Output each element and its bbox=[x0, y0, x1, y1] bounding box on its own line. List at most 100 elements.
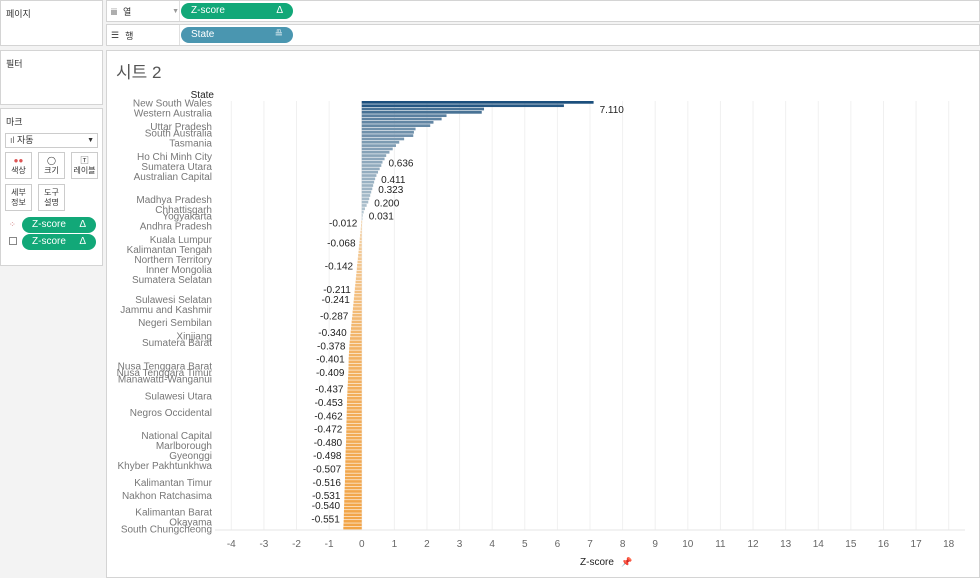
bar bbox=[351, 323, 362, 327]
bar bbox=[361, 190, 372, 194]
bar bbox=[349, 343, 362, 347]
bar bbox=[346, 436, 362, 440]
bar bbox=[361, 160, 383, 164]
bar bbox=[345, 443, 362, 447]
bar bbox=[357, 257, 362, 261]
bar bbox=[349, 347, 362, 350]
bar bbox=[361, 207, 365, 211]
bar bbox=[344, 496, 362, 500]
bar bbox=[361, 124, 431, 128]
data-label: -0.241 bbox=[322, 295, 351, 306]
bar bbox=[359, 240, 362, 244]
data-label: -0.437 bbox=[315, 385, 344, 396]
data-label: -0.068 bbox=[327, 238, 356, 249]
pin-icon: 📌 bbox=[621, 556, 632, 567]
bar bbox=[361, 134, 414, 137]
bar bbox=[347, 387, 362, 390]
data-label: 7.110 bbox=[600, 105, 625, 116]
bar bbox=[361, 130, 414, 134]
data-label: -0.340 bbox=[318, 328, 347, 339]
bar bbox=[361, 120, 434, 124]
bar bbox=[349, 340, 362, 344]
bar bbox=[346, 430, 362, 433]
bar bbox=[355, 277, 362, 280]
bar-chart: -4 -3 -2 -1 0 1 2 3 4 5 6 7 8 9 10 11 12 13 14 15 16 17 187.11… bbox=[117, 90, 965, 568]
bar bbox=[356, 273, 362, 277]
bar bbox=[353, 303, 362, 307]
bar bbox=[361, 110, 482, 114]
bar bbox=[344, 483, 362, 487]
bar bbox=[345, 473, 362, 477]
bar bbox=[343, 510, 362, 513]
bar bbox=[361, 150, 390, 154]
bar bbox=[349, 350, 362, 354]
bar bbox=[346, 403, 362, 407]
bar bbox=[361, 167, 380, 171]
data-label: 0.200 bbox=[374, 198, 399, 209]
bar bbox=[361, 210, 364, 214]
data-label: -0.551 bbox=[311, 514, 340, 525]
x-tick-label: 8 bbox=[620, 539, 626, 550]
bar bbox=[345, 456, 362, 460]
bar bbox=[346, 400, 362, 404]
state-label: Negeri Sembilan bbox=[138, 318, 212, 329]
bar bbox=[352, 307, 362, 310]
x-tick-label: -4 bbox=[227, 539, 236, 550]
x-tick-label: 15 bbox=[845, 539, 857, 550]
state-label: Tasmania bbox=[169, 139, 212, 150]
state-label: Australian Capital bbox=[134, 172, 212, 183]
bar bbox=[346, 426, 362, 430]
bar bbox=[345, 446, 362, 450]
bar bbox=[343, 526, 362, 530]
bar bbox=[344, 500, 362, 503]
bar bbox=[360, 234, 362, 237]
bar bbox=[346, 440, 362, 443]
bar bbox=[361, 144, 396, 147]
bar bbox=[344, 490, 362, 493]
bar bbox=[357, 263, 362, 267]
bar bbox=[343, 513, 362, 517]
bar bbox=[345, 453, 362, 457]
bar bbox=[358, 253, 362, 257]
bar bbox=[361, 107, 485, 111]
x-tick-label: -3 bbox=[259, 539, 268, 550]
state-label: Sumatera Selatan bbox=[132, 275, 212, 286]
bar bbox=[361, 117, 442, 121]
data-label: -0.540 bbox=[312, 501, 341, 512]
x-tick-label: 13 bbox=[780, 539, 792, 550]
bar bbox=[348, 353, 362, 357]
bar bbox=[361, 114, 447, 118]
bar bbox=[355, 283, 362, 287]
bar bbox=[357, 260, 362, 264]
state-label: Sumatera Barat bbox=[142, 338, 212, 349]
bar bbox=[348, 360, 362, 364]
bar bbox=[345, 450, 362, 453]
data-label: 0.323 bbox=[378, 185, 403, 196]
x-tick-label: -2 bbox=[292, 539, 301, 550]
bar bbox=[352, 310, 362, 314]
x-tick-label: 11 bbox=[715, 539, 726, 550]
bar bbox=[361, 220, 363, 224]
x-tick-label: 17 bbox=[911, 539, 923, 550]
bar bbox=[361, 187, 373, 191]
bar bbox=[361, 174, 377, 177]
x-tick-label: 10 bbox=[682, 539, 694, 550]
bar bbox=[353, 297, 362, 300]
bar bbox=[348, 370, 362, 374]
bar bbox=[348, 357, 362, 360]
x-tick-label: 16 bbox=[878, 539, 890, 550]
bar bbox=[353, 300, 362, 304]
data-label: -0.401 bbox=[316, 355, 345, 366]
bar bbox=[361, 147, 393, 151]
bar bbox=[356, 267, 362, 271]
bar bbox=[361, 101, 594, 104]
bar bbox=[347, 380, 362, 384]
state-label: Kalimantan Timur bbox=[134, 478, 212, 489]
bar bbox=[343, 520, 362, 523]
x-tick-label: -1 bbox=[325, 539, 334, 550]
bar bbox=[361, 184, 374, 187]
bar bbox=[348, 367, 362, 370]
x-tick-label: 14 bbox=[813, 539, 825, 550]
x-tick-label: 12 bbox=[747, 539, 759, 550]
bar bbox=[346, 420, 362, 423]
